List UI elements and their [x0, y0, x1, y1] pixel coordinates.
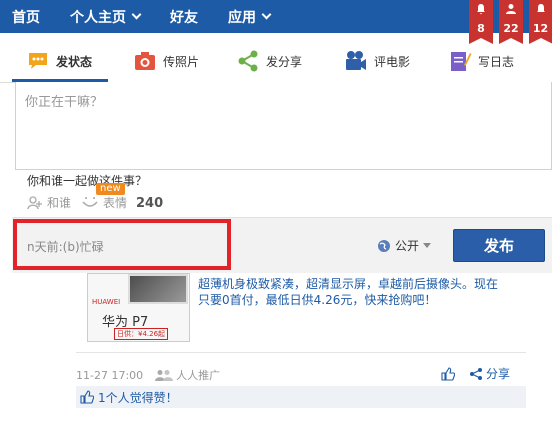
emoji-label: 表情: [103, 196, 128, 210]
tag-friends-label: 和谁: [47, 196, 72, 210]
likes-summary[interactable]: 1个人觉得赞！: [76, 386, 526, 408]
tab-movie[interactable]: 评电影: [344, 40, 410, 82]
globe-icon: [378, 239, 390, 252]
ad-image[interactable]: HUAWEI 华为 P7 日供：¥4.26起: [87, 273, 190, 342]
status-input[interactable]: 你正在干嘛？: [15, 82, 552, 170]
likes-text: 1个人觉得赞！: [98, 390, 178, 405]
friend-request-icon: [506, 4, 516, 14]
camera-icon: [135, 52, 155, 70]
composer-controls: 和谁 表情: [27, 194, 127, 211]
tab-blog-label: 写日志: [478, 54, 515, 69]
pencil-note-icon: [451, 52, 472, 71]
status-placeholder: 你正在干嘛？: [25, 95, 104, 110]
chevron-down-icon: [131, 9, 142, 20]
notification-badge-friend[interactable]: 22: [499, 0, 523, 44]
thumbs-up-icon: [80, 390, 94, 404]
post-timestamp: 11-27 17:00: [76, 368, 144, 382]
notification-badge-bell[interactable]: 8: [469, 0, 493, 44]
tab-movie-label: 评电影: [374, 54, 411, 69]
caret-down-icon: [423, 243, 432, 248]
nav-friends-label: 好友: [170, 9, 198, 26]
new-badge: new: [96, 183, 125, 195]
share-icon: [470, 367, 482, 380]
tab-blog[interactable]: 写日志: [448, 40, 514, 82]
post-source-label: 人人推广: [176, 369, 221, 382]
badge-count: 8: [477, 22, 485, 35]
post-actions: 分享: [441, 365, 510, 382]
chevron-down-icon: [261, 9, 272, 20]
bell-icon: [477, 4, 485, 15]
nav-profile-label: 个人主页: [70, 9, 126, 26]
ad-price-tag: 日供：¥4.26起: [114, 328, 169, 340]
nav-home-label: 首页: [12, 9, 40, 26]
tab-photo[interactable]: 传照片: [133, 40, 199, 82]
ad-brand: HUAWEI: [92, 298, 121, 306]
film-camera-icon: [346, 51, 366, 70]
nav-apps-label: 应用: [228, 9, 256, 26]
users-icon: [155, 370, 174, 381]
nav-apps[interactable]: 应用: [228, 0, 272, 33]
nav-friends[interactable]: 好友: [170, 0, 198, 33]
smile-icon: [82, 196, 98, 207]
speech-bubble-icon: [29, 53, 47, 69]
tab-status-label: 发状态: [56, 54, 93, 69]
tag-friends-button[interactable]: 和谁: [27, 194, 71, 211]
share-icon: [238, 50, 258, 72]
ad-description-link[interactable]: 超薄机身极致紧凑，超清显示屏，卓越前后摄像头。现在只要0首付，最低日供4.26元…: [198, 276, 503, 308]
thumbs-up-icon[interactable]: [441, 366, 455, 381]
share-label: 分享: [486, 367, 511, 381]
tab-share-label: 发分享: [266, 54, 303, 69]
feed-divider: [76, 352, 526, 353]
publish-button[interactable]: 发布: [453, 229, 545, 262]
add-person-icon: [27, 195, 42, 209]
composer-tabs: 发状态 传照片 发分享 评电影 写日志: [0, 40, 552, 82]
share-button[interactable]: 分享: [469, 365, 510, 382]
badge-count: 12: [532, 22, 549, 35]
tab-photo-label: 传照片: [163, 54, 200, 69]
privacy-label: 公开: [395, 239, 420, 253]
nav-profile[interactable]: 个人主页: [70, 0, 142, 33]
notification-badge-alert[interactable]: 12: [529, 0, 552, 44]
char-counter: 240: [136, 196, 164, 211]
badge-count: 22: [503, 22, 519, 35]
emoji-button[interactable]: 表情: [81, 194, 127, 211]
post-meta: 11-27 17:00 人人推广: [76, 367, 220, 383]
mood-text[interactable]: n天前:(b)忙碌: [27, 238, 104, 255]
post-source: 人人推广: [155, 367, 220, 383]
tab-status[interactable]: 发状态: [26, 40, 92, 82]
phone-image: [128, 274, 188, 304]
tab-share[interactable]: 发分享: [236, 40, 302, 82]
notification-icon: [537, 4, 545, 12]
privacy-selector[interactable]: 公开: [377, 237, 432, 254]
nav-home[interactable]: 首页: [12, 0, 40, 33]
with-whom-question: 你和谁一起做这件事？: [27, 174, 148, 188]
